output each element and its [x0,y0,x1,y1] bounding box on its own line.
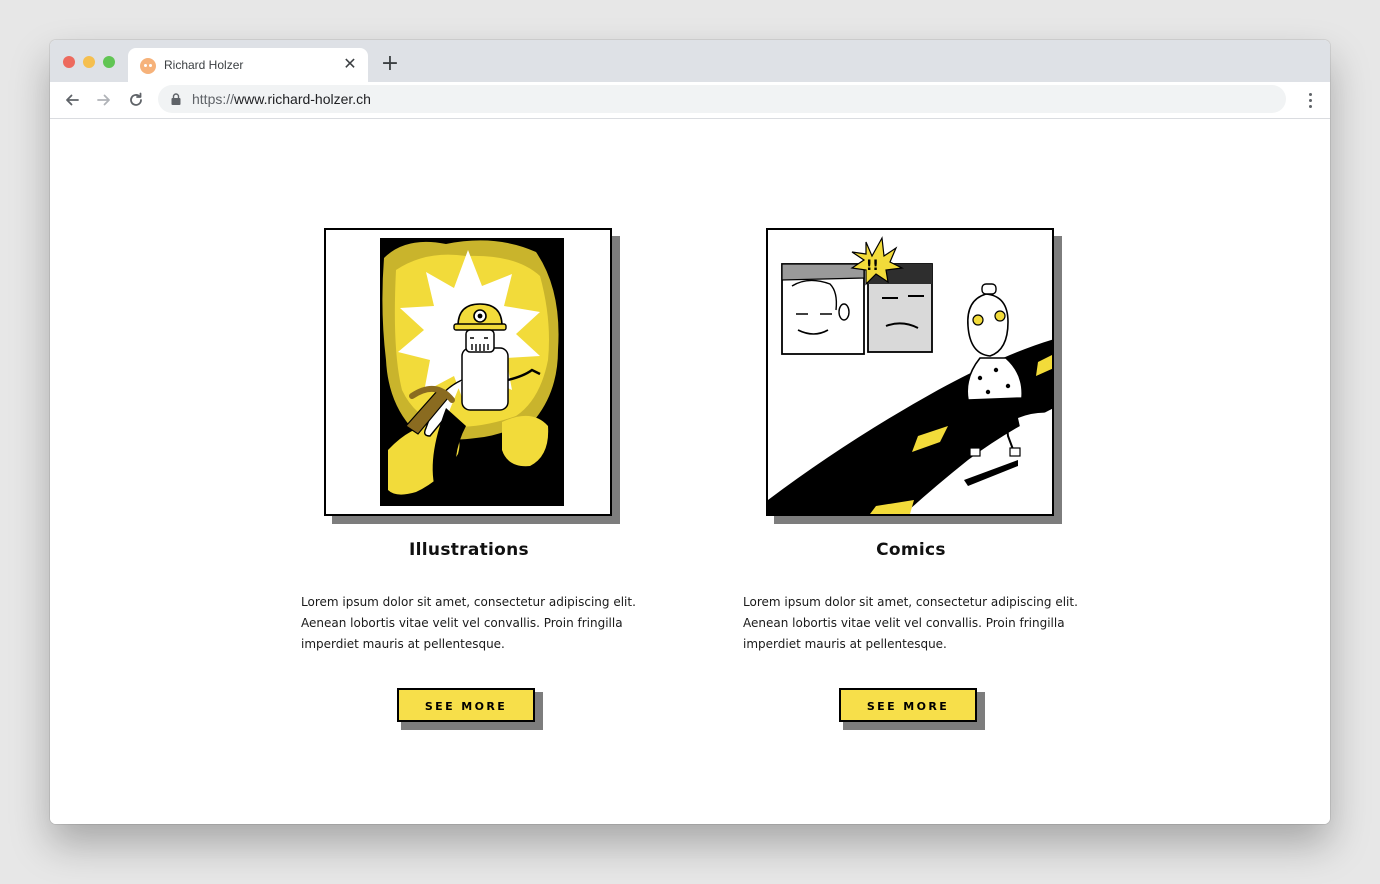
browser-toolbar: https://www.richard-holzer.ch [50,82,1330,119]
card-image-frame[interactable]: !! [766,228,1062,524]
url-host: www.richard-holzer.ch [234,91,371,107]
card-title: Illustrations [409,540,529,560]
see-more-button[interactable]: SEE MORE [839,688,977,722]
comic-road-image: !! [766,228,1054,516]
new-tab-button[interactable]: + [380,53,400,75]
tab-close-icon[interactable]: ✕ [342,56,358,72]
browser-tab[interactable]: Richard Holzer ✕ [128,48,368,82]
arrow-back-icon [66,94,79,106]
url-scheme: https:// [192,91,235,107]
reload-icon [130,92,142,106]
smile-favicon-icon [140,58,156,74]
see-more-button-wrap: SEE MORE [397,688,543,730]
lock-icon [171,93,181,105]
card-description: Lorem ipsum dolor sit amet, consectetur … [301,595,636,651]
svg-text:!!: !! [866,258,879,274]
page-content: Illustrations Lorem ipsum dolor sit amet… [50,119,1330,824]
tab-title: Richard Holzer [164,58,244,72]
see-more-button-wrap: SEE MORE [839,688,985,730]
miner-illustration-image [324,228,612,516]
see-more-button[interactable]: SEE MORE [397,688,535,722]
card-description: Lorem ipsum dolor sit amet, consectetur … [743,595,1078,651]
card-title: Comics [876,540,946,560]
more-vertical-icon[interactable] [1300,90,1320,110]
card-image-frame[interactable] [324,228,620,524]
tab-bar: Richard Holzer ✕ + [50,40,1330,82]
reload-button[interactable] [124,88,148,112]
window-minimize-button[interactable] [83,56,95,68]
address-bar[interactable]: https://www.richard-holzer.ch [158,85,1286,113]
url-text: https://www.richard-holzer.ch [192,91,371,107]
window-close-button[interactable] [63,56,75,68]
forward-button[interactable] [92,88,116,112]
back-button[interactable] [60,88,84,112]
browser-window: Richard Holzer ✕ + https://www.richard-h… [50,40,1330,824]
window-maximize-button[interactable] [103,56,115,68]
arrow-forward-icon [97,94,110,106]
